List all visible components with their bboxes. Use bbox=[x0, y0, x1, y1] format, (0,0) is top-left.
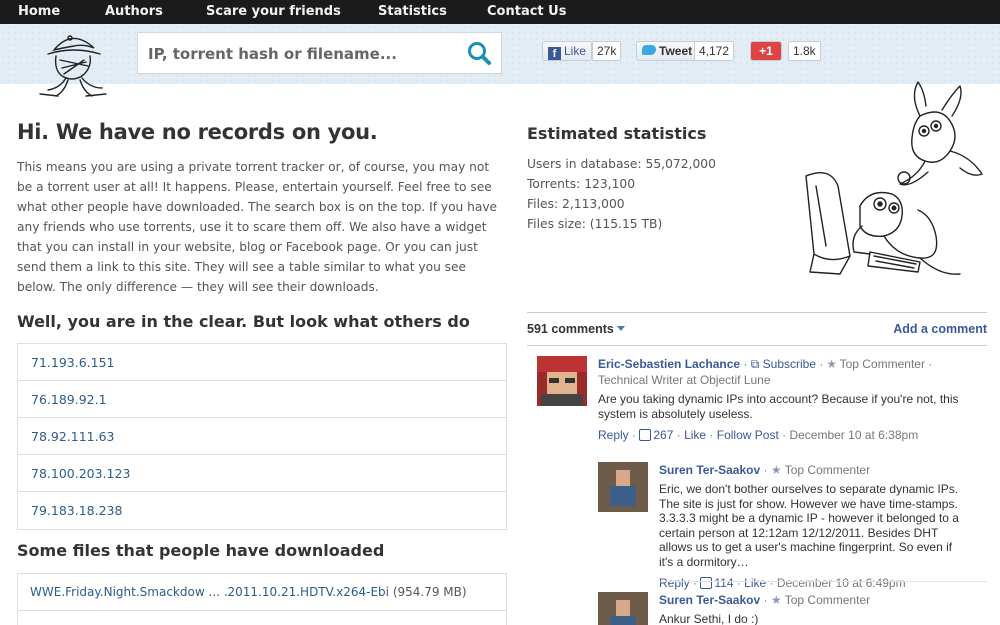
nav-statistics[interactable]: Statistics bbox=[378, 4, 447, 19]
star-icon: ★ bbox=[770, 463, 782, 477]
ip-link[interactable]: 78.100.203.123 bbox=[18, 455, 506, 492]
gplus-count: 1.8k bbox=[788, 41, 821, 61]
file-size: (954.79 MB) bbox=[392, 585, 467, 599]
avatar[interactable] bbox=[598, 462, 648, 512]
comment-reply: Suren Ter-Saakov · ★ Top Commenter Eric,… bbox=[598, 462, 988, 590]
tweet-button[interactable]: Tweet bbox=[636, 41, 699, 61]
avatar[interactable] bbox=[598, 592, 648, 625]
avatar[interactable] bbox=[537, 356, 587, 406]
file-link[interactable]: WWE.Friday.Night.Smackdow ... .2011.10.2… bbox=[30, 585, 389, 599]
file-list: WWE.Friday.Night.Smackdow ... .2011.10.2… bbox=[17, 573, 507, 625]
stats-title: Estimated statistics bbox=[527, 124, 707, 143]
commenter-meta: Top Commenter bbox=[784, 463, 871, 477]
comment-text: Are you taking dynamic IPs into account?… bbox=[598, 392, 959, 421]
stat-size: Files size: (115.15 TB) bbox=[527, 217, 663, 231]
ip-link[interactable]: 79.183.18.238 bbox=[18, 492, 506, 529]
comment-time[interactable]: December 10 at 6:38pm bbox=[789, 428, 918, 442]
star-icon: ★ bbox=[826, 357, 837, 371]
reply-link[interactable]: Reply bbox=[598, 428, 629, 442]
commenter-name[interactable]: Eric-Sebastien Lachance bbox=[598, 357, 740, 371]
commenter-name[interactable]: Suren Ter-Saakov bbox=[659, 463, 760, 477]
rss-icon: ⧉ bbox=[750, 357, 760, 371]
commenter-meta: Top Commenter bbox=[784, 593, 871, 607]
nav-scare-friends[interactable]: Scare your friends bbox=[206, 4, 341, 19]
search-input[interactable] bbox=[148, 42, 448, 66]
nav-home[interactable]: Home bbox=[18, 4, 60, 19]
comments-bar: 591 comments Add a comment bbox=[527, 312, 987, 346]
site-logo[interactable] bbox=[34, 30, 114, 104]
stat-users: Users in database: 55,072,000 bbox=[527, 157, 716, 171]
comment-actions: Reply · 114 · Like · December 10 at 6:49… bbox=[659, 576, 906, 590]
reply-link[interactable]: Reply bbox=[659, 576, 690, 590]
nav-authors[interactable]: Authors bbox=[105, 4, 163, 19]
comment-time[interactable]: December 10 at 6:49pm bbox=[777, 576, 906, 590]
like-link[interactable]: Like bbox=[684, 428, 706, 442]
comments-count-label: 591 comments bbox=[527, 322, 614, 336]
comment-body: Suren Ter-Saakov · ★ Top Commenter Ankur… bbox=[659, 592, 959, 625]
comments-count[interactable]: 591 comments bbox=[527, 322, 625, 336]
tweet-count: 4,172 bbox=[694, 41, 735, 61]
facebook-like-label: Like bbox=[564, 44, 587, 58]
thumbs-up-icon bbox=[639, 429, 652, 441]
files-heading: Some files that people have downloaded bbox=[17, 541, 385, 560]
frog-at-computer-icon bbox=[805, 81, 983, 275]
twitter-bird-icon bbox=[642, 45, 656, 55]
frog-illustration bbox=[800, 76, 995, 290]
star-icon: ★ bbox=[770, 593, 782, 607]
file-row: WWE.Friday.Night.Smackdow ... .2011.10.2… bbox=[18, 574, 506, 611]
comment-text: Ankur Sethi, I do :) bbox=[659, 612, 759, 625]
clear-heading: Well, you are in the clear. But look wha… bbox=[17, 312, 470, 331]
facebook-icon: f bbox=[548, 47, 561, 60]
comment: Eric-Sebastien Lachance · ⧉ Subscribe · … bbox=[537, 356, 987, 456]
stat-files: Files: 2,113,000 bbox=[527, 197, 625, 211]
comment-text: Eric, we don't bother ourselves to separ… bbox=[659, 482, 959, 569]
comment-actions: Reply · 267 · Like · Follow Post · Decem… bbox=[598, 428, 919, 442]
follow-post-link[interactable]: Follow Post bbox=[717, 428, 779, 442]
like-link[interactable]: Like bbox=[744, 576, 766, 590]
comment-body: Suren Ter-Saakov · ★ Top Commenter Eric,… bbox=[659, 463, 959, 590]
ip-link[interactable]: 71.193.6.151 bbox=[18, 344, 506, 381]
facebook-like-count: 27k bbox=[592, 41, 622, 61]
top-navigation: Home Authors Scare your friends Statisti… bbox=[0, 0, 1000, 24]
ip-link[interactable]: 76.189.92.1 bbox=[18, 381, 506, 418]
search-icon[interactable] bbox=[465, 39, 493, 71]
comment-reply: Suren Ter-Saakov · ★ Top Commenter Ankur… bbox=[598, 592, 988, 625]
nav-contact-us[interactable]: Contact Us bbox=[487, 4, 566, 19]
spy-mascot-icon bbox=[39, 35, 107, 97]
page-title: Hi. We have no records on you. bbox=[17, 120, 378, 144]
facebook-like-button[interactable]: f Like bbox=[542, 41, 593, 61]
comment-divider bbox=[659, 581, 987, 582]
thumbs-up-icon bbox=[700, 577, 713, 589]
dropdown-caret-icon bbox=[616, 326, 625, 331]
ip-list: 71.193.6.151 76.189.92.1 78.92.111.63 78… bbox=[17, 343, 507, 530]
tweet-label: Tweet bbox=[659, 44, 693, 58]
search-box bbox=[137, 32, 502, 74]
stat-torrents: Torrents: 123,100 bbox=[527, 177, 636, 191]
intro-paragraph: This means you are using a private torre… bbox=[17, 160, 498, 294]
gplus-button[interactable]: +1 bbox=[750, 41, 782, 61]
like-count: 267 bbox=[653, 428, 674, 442]
comment-body: Eric-Sebastien Lachance · ⧉ Subscribe · … bbox=[598, 356, 978, 442]
subscribe-link[interactable]: Subscribe bbox=[763, 357, 816, 371]
commenter-name[interactable]: Suren Ter-Saakov bbox=[659, 593, 760, 607]
ip-link[interactable]: 78.92.111.63 bbox=[18, 418, 506, 455]
like-count: 114 bbox=[714, 576, 734, 590]
add-comment-link[interactable]: Add a comment bbox=[893, 322, 987, 336]
